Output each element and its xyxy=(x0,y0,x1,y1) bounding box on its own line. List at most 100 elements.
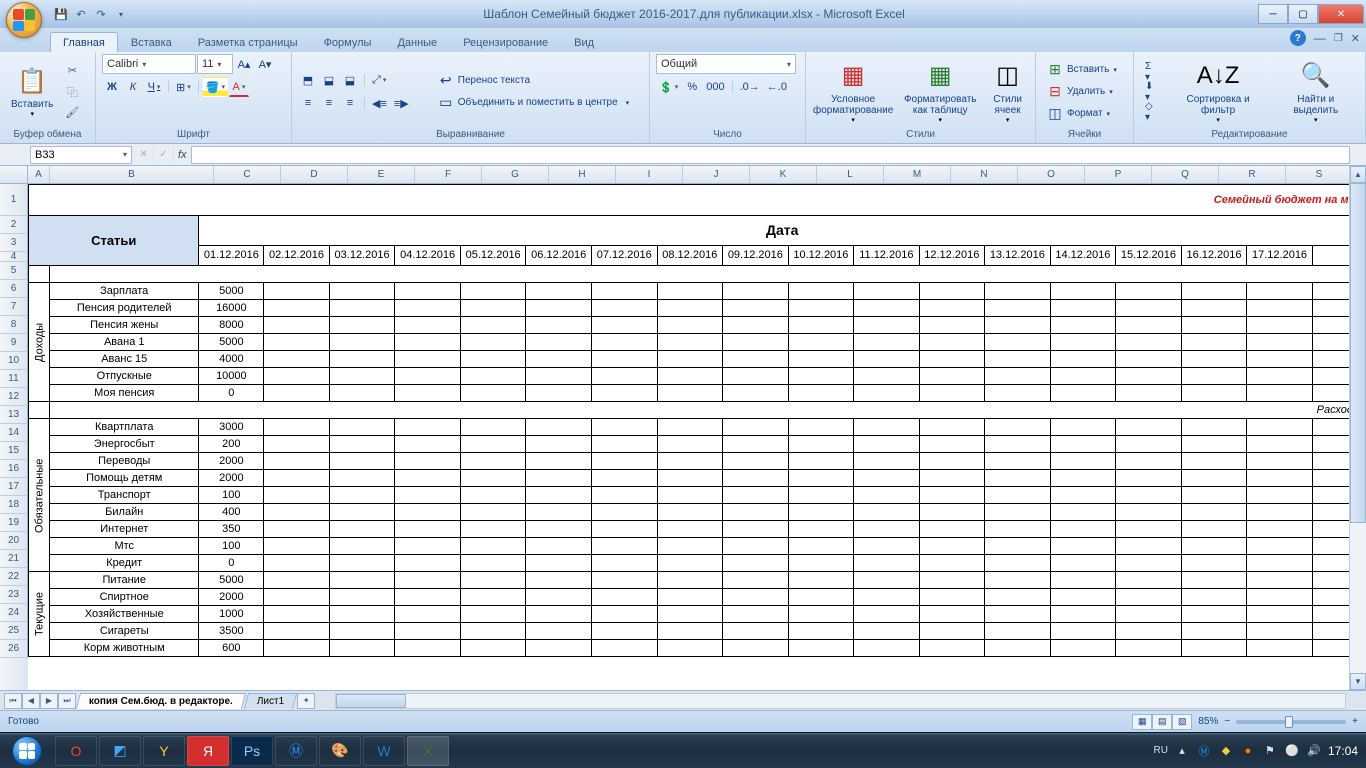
decrease-indent-icon[interactable]: ◀≡ xyxy=(369,93,390,113)
row-name[interactable]: Отпускные xyxy=(50,368,199,385)
row-value[interactable]: 2000 xyxy=(199,589,264,606)
row-header[interactable]: 13 xyxy=(0,406,28,424)
align-center-icon[interactable]: ≡ xyxy=(319,93,339,113)
fill-color-button[interactable]: 🪣 xyxy=(203,77,228,97)
tray-icon-2[interactable]: ● xyxy=(1240,743,1256,759)
lang-indicator[interactable]: RU xyxy=(1154,745,1168,756)
percent-format-icon[interactable]: % xyxy=(682,77,702,97)
row-value[interactable]: 0 xyxy=(199,555,264,572)
tab-home[interactable]: Главная xyxy=(50,32,118,52)
row-value[interactable]: 0 xyxy=(199,385,264,402)
taskbar-ya-icon[interactable]: Я xyxy=(187,736,229,766)
column-header[interactable]: B xyxy=(50,166,214,183)
row-header[interactable]: 23 xyxy=(0,586,28,604)
tab-formulas[interactable]: Формулы xyxy=(311,32,385,52)
row-header[interactable]: 17 xyxy=(0,478,28,496)
column-header[interactable]: D xyxy=(281,166,348,183)
row-header[interactable]: 4 xyxy=(0,252,28,262)
row-value[interactable]: 3500 xyxy=(199,623,264,640)
row-header[interactable]: 5 xyxy=(0,262,28,280)
format-painter-icon[interactable]: 🖌 xyxy=(62,103,82,123)
tab-review[interactable]: Рецензирование xyxy=(450,32,561,52)
row-name[interactable]: Билайн xyxy=(50,504,199,521)
taskbar-yandex-icon[interactable]: Y xyxy=(143,736,185,766)
row-header[interactable]: 22 xyxy=(0,568,28,586)
increase-decimal-icon[interactable]: .0→ xyxy=(737,77,763,97)
tray-flag-icon[interactable]: ⚑ xyxy=(1262,743,1278,759)
comma-format-icon[interactable]: 000 xyxy=(703,77,727,97)
merge-center-button[interactable]: ▭Объединить и поместить в центре▾ xyxy=(433,92,634,114)
number-format-combo[interactable]: Общий▾ xyxy=(656,54,796,74)
align-right-icon[interactable]: ≡ xyxy=(340,93,360,113)
row-value[interactable]: 600 xyxy=(199,640,264,657)
row-name[interactable]: Аванс 15 xyxy=(50,351,199,368)
row-name[interactable]: Зарплата xyxy=(50,283,199,300)
row-name[interactable]: Авана 1 xyxy=(50,334,199,351)
row-value[interactable]: 2000 xyxy=(199,453,264,470)
new-sheet-icon[interactable]: ✦ xyxy=(297,693,315,709)
clock[interactable]: 17:04 xyxy=(1328,744,1358,758)
column-header[interactable]: F xyxy=(415,166,482,183)
delete-cells-button[interactable]: ⊟Удалить▾ xyxy=(1042,81,1122,103)
conditional-formatting-button[interactable]: ▦Условное форматирование▾ xyxy=(812,57,894,127)
row-name[interactable]: Пенсия жены xyxy=(50,317,199,334)
inner-restore-icon[interactable]: ❐ xyxy=(1334,33,1343,44)
taskbar-mbam-icon[interactable]: Ⓜ xyxy=(275,736,317,766)
column-header[interactable]: A xyxy=(28,166,50,183)
row-header[interactable]: 11 xyxy=(0,370,28,388)
tray-show-hidden-icon[interactable]: ▴ xyxy=(1174,743,1190,759)
vertical-scrollbar[interactable]: ▲ ▼ xyxy=(1349,166,1366,690)
select-all-button[interactable] xyxy=(0,166,28,183)
sheet-nav-prev-icon[interactable]: ◀ xyxy=(22,693,40,709)
taskbar-opera-icon[interactable]: O xyxy=(55,736,97,766)
tray-volume-icon[interactable]: 🔊 xyxy=(1306,743,1322,759)
shrink-font-icon[interactable]: A▾ xyxy=(255,54,275,74)
tab-data[interactable]: Данные xyxy=(384,32,450,52)
row-value[interactable]: 5000 xyxy=(199,334,264,351)
help-icon[interactable]: ? xyxy=(1290,30,1306,46)
row-value[interactable]: 100 xyxy=(199,487,264,504)
zoom-out-icon[interactable]: − xyxy=(1224,716,1230,727)
row-header[interactable]: 6 xyxy=(0,280,28,298)
clear-button[interactable]: ◇ ▾ xyxy=(1140,102,1164,122)
column-header[interactable]: S xyxy=(1286,166,1353,183)
taskbar-app2-icon[interactable]: 🎨 xyxy=(319,736,361,766)
row-header[interactable]: 24 xyxy=(0,604,28,622)
row-header[interactable]: 19 xyxy=(0,514,28,532)
sheet-nav-last-icon[interactable]: ⏭ xyxy=(58,693,76,709)
column-header[interactable]: H xyxy=(549,166,616,183)
row-value[interactable]: 5000 xyxy=(199,572,264,589)
insert-cells-button[interactable]: ⊞Вставить▾ xyxy=(1042,59,1122,81)
font-color-button[interactable]: A xyxy=(229,77,249,97)
zoom-slider[interactable] xyxy=(1236,720,1346,724)
align-left-icon[interactable]: ≡ xyxy=(298,93,318,113)
tab-insert[interactable]: Вставка xyxy=(118,32,185,52)
qat-customize-icon[interactable]: ▾ xyxy=(112,5,130,23)
column-header[interactable]: Q xyxy=(1152,166,1219,183)
row-header[interactable]: 7 xyxy=(0,298,28,316)
column-header[interactable]: N xyxy=(951,166,1018,183)
format-as-table-button[interactable]: ▦Форматировать как таблицу▾ xyxy=(898,57,982,127)
row-name[interactable]: Кредит xyxy=(50,555,199,572)
font-size-combo[interactable]: 11▾ xyxy=(197,54,233,74)
grow-font-icon[interactable]: A▴ xyxy=(234,54,254,74)
row-header[interactable]: 8 xyxy=(0,316,28,334)
tab-view[interactable]: Вид xyxy=(561,32,607,52)
bold-button[interactable]: Ж xyxy=(102,77,122,97)
column-header[interactable]: I xyxy=(616,166,683,183)
row-value[interactable]: 16000 xyxy=(199,300,264,317)
taskbar-ps-icon[interactable]: Ps xyxy=(231,736,273,766)
row-header[interactable]: 15 xyxy=(0,442,28,460)
find-select-button[interactable]: 🔍Найти и выделить▾ xyxy=(1273,57,1359,127)
row-header[interactable]: 3 xyxy=(0,234,28,252)
row-value[interactable]: 8000 xyxy=(199,317,264,334)
minimize-button[interactable]: ─ xyxy=(1258,4,1288,24)
row-name[interactable]: Помощь детям xyxy=(50,470,199,487)
sheet-tab[interactable]: Лист1 xyxy=(244,693,298,709)
increase-indent-icon[interactable]: ≡▶ xyxy=(391,93,412,113)
border-button[interactable]: ⊞ xyxy=(173,77,194,97)
row-name[interactable]: Корм животным xyxy=(50,640,199,657)
row-value[interactable]: 3000 xyxy=(199,419,264,436)
column-header[interactable]: K xyxy=(750,166,817,183)
row-header[interactable]: 9 xyxy=(0,334,28,352)
